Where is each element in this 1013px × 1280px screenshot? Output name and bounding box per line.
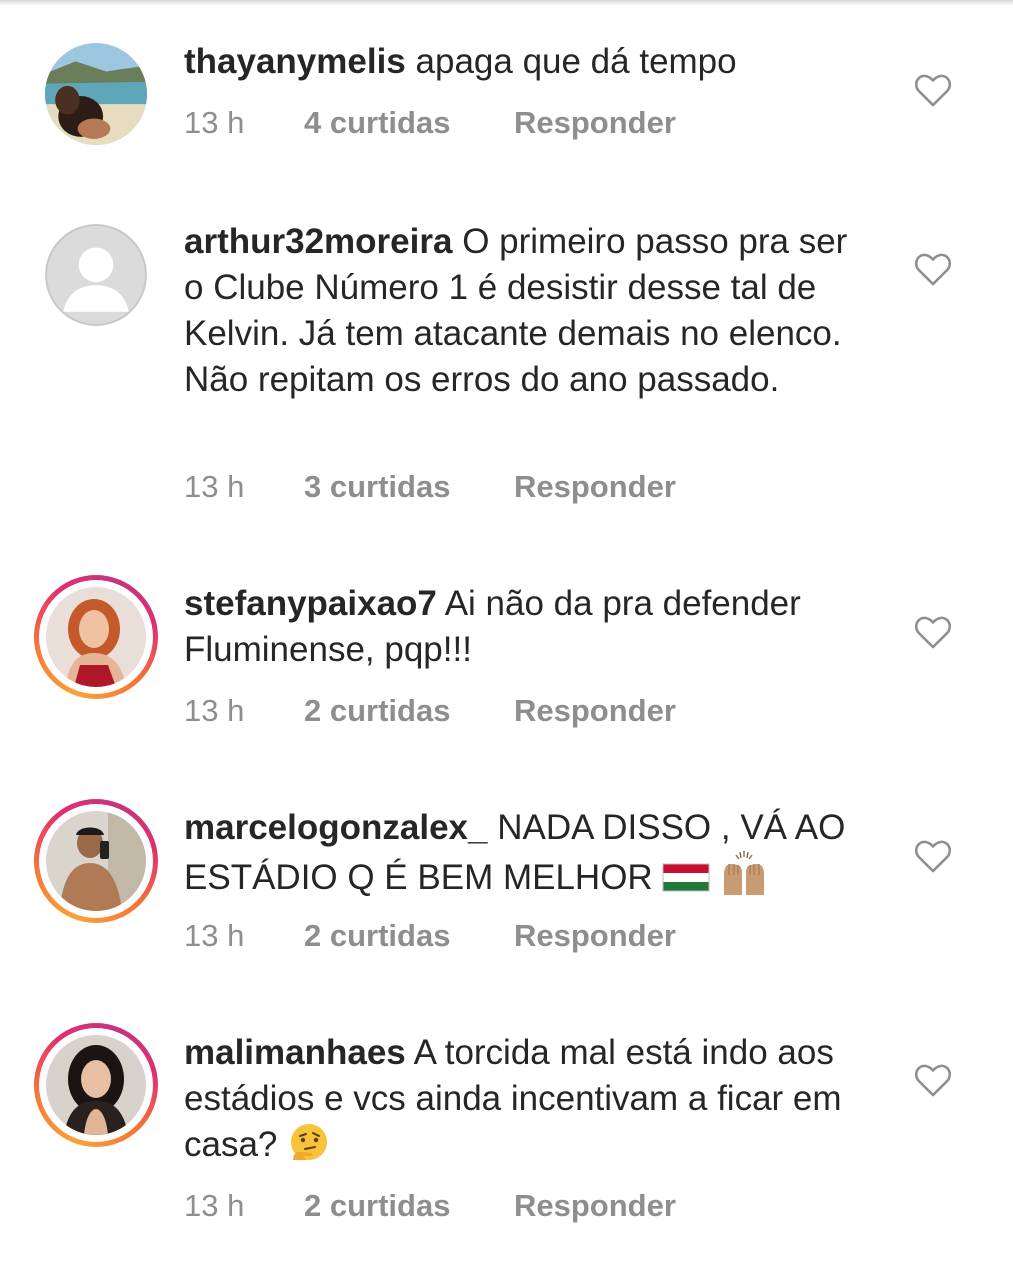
comment-time: 13 h [184,469,245,504]
default-avatar-icon [45,224,147,326]
comment-likes-link[interactable]: 4 curtidas [304,103,450,143]
comment-likes-link[interactable]: 2 curtidas [304,1186,450,1226]
comment-text: stefanypaixao7 Ai não da pra defender Fl… [184,581,874,673]
comment-text: marcelogonzalex_ NADA DISSO , VÁ AO ESTÁ… [184,805,884,901]
comment-time: 13 h [184,693,245,728]
comment-username[interactable]: thayanymelis [184,42,406,81]
avatar-story-ring[interactable] [34,575,158,699]
comment-username[interactable]: stefanypaixao7 [184,584,437,623]
comment-time: 13 h [184,1188,245,1223]
fluminense-flag-emoji [662,863,710,892]
thinking-face-emoji [291,1124,328,1160]
reply-button[interactable]: Responder [514,1186,676,1226]
reply-button[interactable]: Responder [514,467,676,507]
reply-button[interactable]: Responder [514,691,676,731]
comment-text: arthur32moreira O primeiro passo pra ser… [184,219,864,403]
heart-outline-icon[interactable] [914,72,952,108]
avatar-photo-beach [45,43,147,145]
heart-outline-icon[interactable] [914,251,952,287]
avatar-photo-man-selfie [46,811,146,911]
avatar-photo-woman-red-hair [46,587,146,687]
heart-outline-icon[interactable] [914,614,952,650]
comment-body: apaga que dá tempo [415,42,737,81]
comment-username[interactable]: marcelogonzalex_ [184,808,487,847]
comment-likes-link[interactable]: 2 curtidas [304,691,450,731]
reply-button[interactable]: Responder [514,916,676,956]
avatar[interactable] [45,43,147,145]
comment-text: thayanymelis apaga que dá tempo [184,39,884,85]
avatar-story-ring[interactable] [34,1023,158,1147]
comment-time: 13 h [184,105,245,140]
comment-text: malimanhaes A torcida mal está indo aos … [184,1030,864,1168]
comment-time: 13 h [184,918,245,953]
avatar[interactable] [45,224,147,326]
heart-outline-icon[interactable] [914,838,952,874]
comment-username[interactable]: arthur32moreira [184,222,452,261]
top-divider [0,0,1013,6]
avatar-story-ring[interactable] [34,799,158,923]
reply-button[interactable]: Responder [514,103,676,143]
comment-likes-link[interactable]: 3 curtidas [304,467,450,507]
heart-outline-icon[interactable] [914,1062,952,1098]
avatar-photo-woman-dark-hair [46,1035,146,1135]
raising-hands-emoji [724,851,765,895]
comment-likes-link[interactable]: 2 curtidas [304,916,450,956]
comment-username[interactable]: malimanhaes [184,1033,406,1072]
